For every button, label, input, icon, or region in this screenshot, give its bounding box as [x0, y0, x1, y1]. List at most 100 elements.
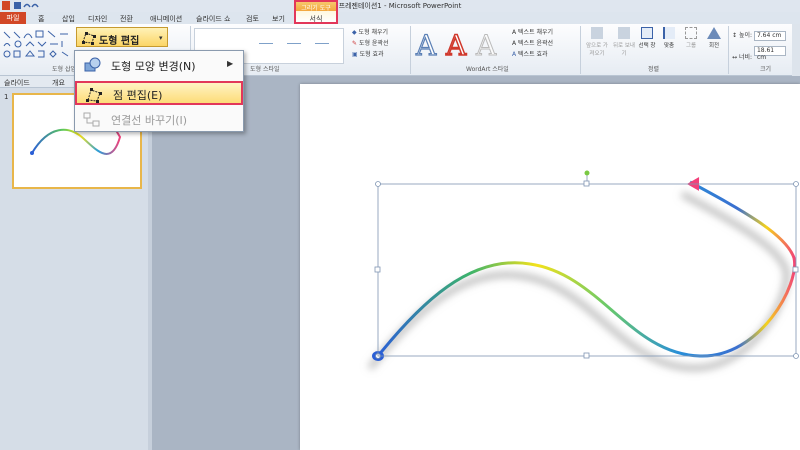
shape-effects-button[interactable]: ▣ 도형 효과 — [352, 49, 388, 60]
rotation-handle — [584, 170, 590, 176]
wordart-gallery[interactable]: A A A — [414, 29, 504, 61]
group-label-size: 크기 — [760, 66, 772, 73]
tab-slides[interactable]: 슬라이드 — [4, 78, 30, 88]
paint-bucket-icon: ◆ — [352, 29, 357, 36]
selection-pane-button[interactable]: 선택 창 — [638, 27, 656, 63]
tab-format[interactable]: 서식 — [296, 14, 336, 24]
tab-outline[interactable]: 개요 — [52, 78, 65, 88]
effects-icon: ▣ — [352, 51, 358, 58]
edit-shape-icon — [82, 32, 96, 45]
rotate-label: 회전 — [708, 43, 720, 49]
group-label: 그룹 — [685, 43, 697, 49]
curve-path — [376, 180, 797, 358]
curve-shadow — [367, 191, 790, 372]
ribbon-tabs: 홈 삽입 디자인 전환 애니메이션 슬라이드 쇼 검토 보기 — [0, 12, 800, 24]
shape-fill-button[interactable]: ◆ 도형 채우기 — [352, 27, 388, 38]
reroute-connector-icon — [83, 112, 100, 127]
text-fill-label: 텍스트 채우기 — [518, 29, 554, 36]
ribbon-scroll[interactable] — [792, 24, 800, 76]
change-shape-icon — [84, 57, 101, 72]
height-icon: ↕ — [732, 32, 738, 39]
group-label-arrange: 정렬 — [648, 66, 660, 73]
chevron-right-icon: ▶ — [227, 59, 234, 68]
shape-outline-button[interactable]: ✎ 도형 윤곽선 — [352, 38, 388, 49]
width-input[interactable]: 18.61 cm — [753, 46, 786, 61]
text-format-commands: A 텍스트 채우기 A 텍스트 윤곽선 A 텍스트 효과 — [512, 27, 553, 60]
edit-shape-button[interactable]: 도형 편집 ▾ — [76, 27, 168, 47]
height-input[interactable]: 7.64 cm — [753, 31, 786, 41]
group-button[interactable]: 그룹 — [682, 27, 700, 63]
text-fill-button[interactable]: A 텍스트 채우기 — [512, 27, 553, 38]
text-outline-button[interactable]: A 텍스트 윤곽선 — [512, 38, 553, 49]
width-control: ↔ 너비: 18.61 cm — [732, 46, 786, 61]
context-group-label: 그리기 도구 — [301, 5, 331, 12]
chevron-down-icon: ▾ — [159, 34, 163, 42]
selection-pane-label: 선택 창 — [638, 43, 656, 49]
group-label-wordart-styles: WordArt 스타일 — [466, 66, 509, 73]
bring-forward-label: 앞으로 가져오기 — [586, 43, 608, 57]
edit-shape-label: 도형 편집 — [99, 36, 140, 47]
edit-points-icon — [86, 88, 102, 103]
edit-shape-menu: 도형 모양 변경(N) ▶ 점 편집(E) 연결선 바꾸기(I) — [74, 50, 244, 132]
title-bar: 프레젠테이션1 - Microsoft PowerPoint — [0, 0, 800, 12]
tab-animations[interactable]: 애니메이션 — [150, 14, 182, 24]
shape-outline-label: 도형 윤곽선 — [358, 40, 389, 47]
text-effects-icon: A — [512, 51, 517, 58]
text-fill-icon: A — [512, 29, 517, 36]
slide-number: 1 — [4, 93, 9, 101]
shape-fill-label: 도형 채우기 — [358, 29, 389, 36]
group-separator — [728, 26, 729, 74]
group-separator — [580, 26, 581, 74]
shape-effects-label: 도형 효과 — [359, 51, 384, 58]
text-effects-button[interactable]: A 텍스트 효과 — [512, 49, 553, 60]
window-title: 프레젠테이션1 - Microsoft PowerPoint — [338, 2, 462, 10]
align-icon — [663, 27, 675, 39]
send-backward-label: 뒤로 보내기 — [613, 43, 635, 57]
send-backward-button[interactable]: 뒤로 보내기 — [612, 27, 636, 63]
width-icon: ↔ — [732, 54, 738, 61]
text-effects-label: 텍스트 효과 — [518, 51, 548, 58]
tab-transitions[interactable]: 전환 — [120, 14, 133, 24]
group-label-insert-shapes: 도형 삽입 — [52, 66, 76, 73]
rotate-icon — [707, 27, 721, 39]
freeform-curve-shape[interactable] — [300, 84, 800, 450]
group-separator — [410, 26, 411, 74]
tab-file[interactable]: 파일 — [0, 12, 26, 24]
height-control: ↕ 높이: 7.64 cm — [732, 30, 786, 41]
svg-text:A: A — [475, 29, 497, 61]
bring-forward-icon — [591, 27, 603, 39]
slide-canvas[interactable] — [300, 84, 800, 450]
text-outline-label: 텍스트 윤곽선 — [518, 40, 554, 47]
edit-points-label: 점 편집(E) — [113, 89, 163, 102]
menu-item-edit-points[interactable]: 점 편집(E) — [75, 81, 243, 105]
slides-panel: 슬라이드 개요 1 — [0, 76, 148, 450]
tab-design[interactable]: 디자인 — [88, 14, 107, 24]
pen-icon: ✎ — [352, 40, 358, 47]
rotate-button[interactable]: 회전 — [704, 27, 724, 63]
width-label: 너비: — [738, 54, 753, 61]
menu-item-change-shape[interactable]: 도형 모양 변경(N) ▶ — [75, 53, 243, 77]
bring-forward-button[interactable]: 앞으로 가져오기 — [584, 27, 610, 63]
group-icon — [685, 27, 697, 39]
shape-format-commands: ◆ 도형 채우기 ✎ 도형 윤곽선 ▣ 도형 효과 — [352, 27, 388, 60]
tab-view[interactable]: 보기 — [272, 14, 285, 24]
arrowhead-icon — [686, 177, 700, 191]
selection-box — [377, 183, 797, 357]
menu-item-reroute-connectors[interactable]: 연결선 바꾸기(I) — [75, 107, 243, 131]
shape-gallery[interactable] — [2, 28, 72, 58]
tab-slideshow[interactable]: 슬라이드 쇼 — [196, 14, 230, 24]
drawing-tools-context-tab[interactable]: 그리기 도구 서식 — [294, 0, 338, 24]
height-label: 높이: — [738, 32, 753, 39]
tab-home[interactable]: 홈 — [38, 14, 44, 24]
send-backward-icon — [618, 27, 630, 39]
selection-pane-icon — [641, 27, 653, 39]
tab-insert[interactable]: 삽입 — [62, 14, 75, 24]
tab-review[interactable]: 검토 — [246, 14, 259, 24]
group-label-shape-styles: 도형 스타일 — [250, 66, 280, 73]
change-shape-label: 도형 모양 변경(N) — [111, 60, 196, 73]
svg-text:A: A — [445, 29, 467, 61]
text-outline-icon: A — [512, 40, 517, 47]
align-button[interactable]: 맞춤 — [660, 27, 678, 63]
align-label: 맞춤 — [663, 43, 675, 49]
reroute-label: 연결선 바꾸기(I) — [111, 114, 188, 127]
